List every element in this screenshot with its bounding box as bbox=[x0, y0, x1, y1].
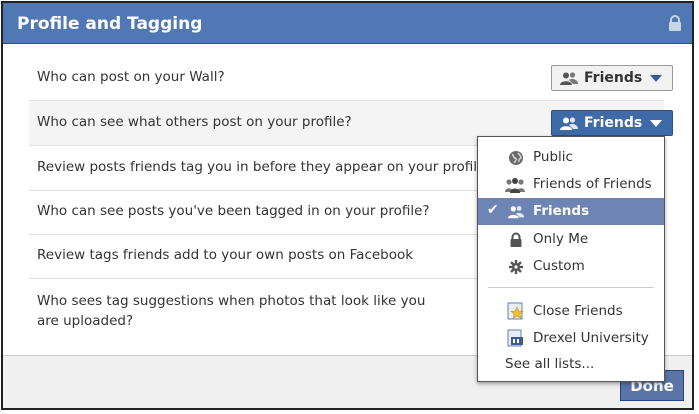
dropdown-value: Friends bbox=[584, 115, 643, 131]
privacy-dialog: Profile and Tagging Who can post on your… bbox=[1, 1, 694, 410]
menu-item-label: Friends bbox=[533, 203, 590, 219]
menu-item-close-friends[interactable]: Close Friends bbox=[478, 298, 664, 325]
setting-label: Who can see posts you've been tagged in … bbox=[37, 203, 430, 219]
menu-item-custom[interactable]: Custom bbox=[478, 253, 664, 280]
dialog-header: Profile and Tagging bbox=[3, 3, 692, 44]
menu-item-label: Close Friends bbox=[533, 303, 623, 319]
see-all-lists-link[interactable]: See all lists... bbox=[505, 356, 594, 372]
setting-label: Who can see what others post on your pro… bbox=[37, 114, 352, 130]
menu-item-friends[interactable]: ✔ Friends bbox=[478, 198, 664, 225]
wall-privacy-dropdown[interactable]: Friends bbox=[551, 65, 674, 91]
menu-item-drexel-university[interactable]: Drexel University bbox=[478, 325, 664, 352]
menu-divider bbox=[488, 287, 654, 288]
setting-label: Review tags friends add to your own post… bbox=[37, 247, 414, 263]
friends-icon bbox=[508, 206, 524, 219]
menu-item-label: Only Me bbox=[533, 231, 589, 247]
menu-item-friends-of-friends[interactable]: Friends of Friends bbox=[478, 171, 664, 198]
menu-item-only-me[interactable]: Only Me bbox=[478, 226, 664, 253]
friends-of-friends-icon bbox=[505, 178, 525, 193]
menu-item-public[interactable]: Public bbox=[478, 144, 664, 171]
dropdown-value: Friends bbox=[584, 70, 643, 86]
menu-item-label: Public bbox=[533, 149, 573, 165]
friends-icon bbox=[560, 71, 578, 85]
profile-posts-privacy-dropdown[interactable]: Friends bbox=[551, 110, 674, 136]
chevron-down-icon bbox=[650, 119, 663, 127]
checkmark-icon: ✔ bbox=[487, 202, 499, 218]
globe-icon bbox=[509, 151, 523, 165]
close-friends-star-icon bbox=[507, 302, 524, 320]
friends-icon bbox=[560, 116, 578, 130]
lock-icon bbox=[669, 15, 681, 31]
lock-icon bbox=[510, 232, 522, 247]
school-network-icon bbox=[507, 329, 523, 347]
setting-label: Who sees tag suggestions when photos tha… bbox=[37, 293, 426, 329]
menu-item-label: Drexel University bbox=[533, 330, 649, 346]
gear-icon bbox=[509, 260, 523, 274]
menu-item-label: Friends of Friends bbox=[533, 176, 652, 192]
chevron-down-icon bbox=[650, 74, 663, 82]
menu-item-label: Custom bbox=[533, 258, 585, 274]
privacy-dropdown-menu: Public Friends of Friends ✔ Friends Only bbox=[477, 136, 665, 382]
setting-label: Review posts friends tag you in before t… bbox=[37, 159, 486, 175]
dialog-title: Profile and Tagging bbox=[17, 14, 203, 34]
setting-label: Who can post on your Wall? bbox=[37, 69, 225, 85]
